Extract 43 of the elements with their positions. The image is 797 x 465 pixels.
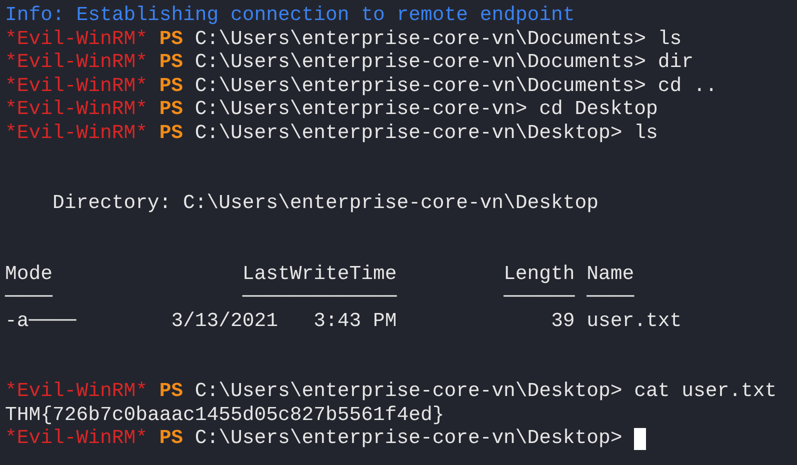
prompt-tag: *Evil-WinRM* xyxy=(5,380,148,404)
prompt-path: C:\Users\enterprise-core-vn\Desktop> xyxy=(194,427,622,450)
shell-label: PS xyxy=(159,98,184,122)
table-cell: user.txt xyxy=(586,310,682,333)
prompt-path: C:\Users\enterprise-core-vn> xyxy=(194,98,528,122)
shell-label: PS xyxy=(159,74,184,98)
prompt-path: C:\Users\enterprise-core-vn\Desktop> xyxy=(194,122,622,145)
header-underline: ──── xyxy=(586,286,634,310)
table-cell: 39 xyxy=(551,310,575,333)
command-text: ls xyxy=(658,28,682,51)
output-text: THM{726b7c0baaac1455d05c827b5561f4ed} xyxy=(5,404,444,427)
shell-label: PS xyxy=(159,122,184,145)
shell-label: PS xyxy=(159,427,184,450)
header-underline: ────── xyxy=(504,286,575,310)
command-text: cat user.txt xyxy=(634,380,777,404)
prompt-path: C:\Users\enterprise-core-vn\Documents> xyxy=(194,74,646,98)
info-message: Info: Establishing connection to remote endpoint xyxy=(5,4,575,28)
command-text: cd Desktop xyxy=(539,98,658,122)
table-cell: -a──── xyxy=(5,310,76,333)
column-header: Name xyxy=(586,262,634,286)
header-underline: ──── xyxy=(5,286,52,310)
command-text: ls xyxy=(634,122,658,145)
command-text: dir xyxy=(658,51,694,74)
prompt-tag: *Evil-WinRM* xyxy=(5,98,148,122)
prompt-tag: *Evil-WinRM* xyxy=(5,122,148,145)
shell-label: PS xyxy=(159,28,184,51)
prompt-tag: *Evil-WinRM* xyxy=(5,427,148,450)
prompt-path: C:\Users\enterprise-core-vn\Desktop> xyxy=(194,380,622,404)
column-header: LastWriteTime xyxy=(242,262,397,286)
prompt-tag: *Evil-WinRM* xyxy=(5,28,148,51)
prompt-tag: *Evil-WinRM* xyxy=(5,51,148,74)
header-underline: ───────────── xyxy=(242,286,397,310)
column-header: Length xyxy=(504,262,575,286)
command-text: cd .. xyxy=(658,74,718,98)
column-header: Mode xyxy=(5,262,52,286)
table-cell: 3:43 PM xyxy=(314,310,397,333)
shell-label: PS xyxy=(159,380,184,404)
directory-heading: Directory: C:\Users\enterprise-core-vn\Desktop xyxy=(52,192,599,216)
shell-label: PS xyxy=(159,51,184,74)
prompt-tag: *Evil-WinRM* xyxy=(5,74,148,98)
prompt-path: C:\Users\enterprise-core-vn\Documents> xyxy=(194,28,646,51)
table-cell: 3/13/2021 xyxy=(171,310,278,333)
prompt-path: C:\Users\enterprise-core-vn\Documents> xyxy=(194,51,646,74)
